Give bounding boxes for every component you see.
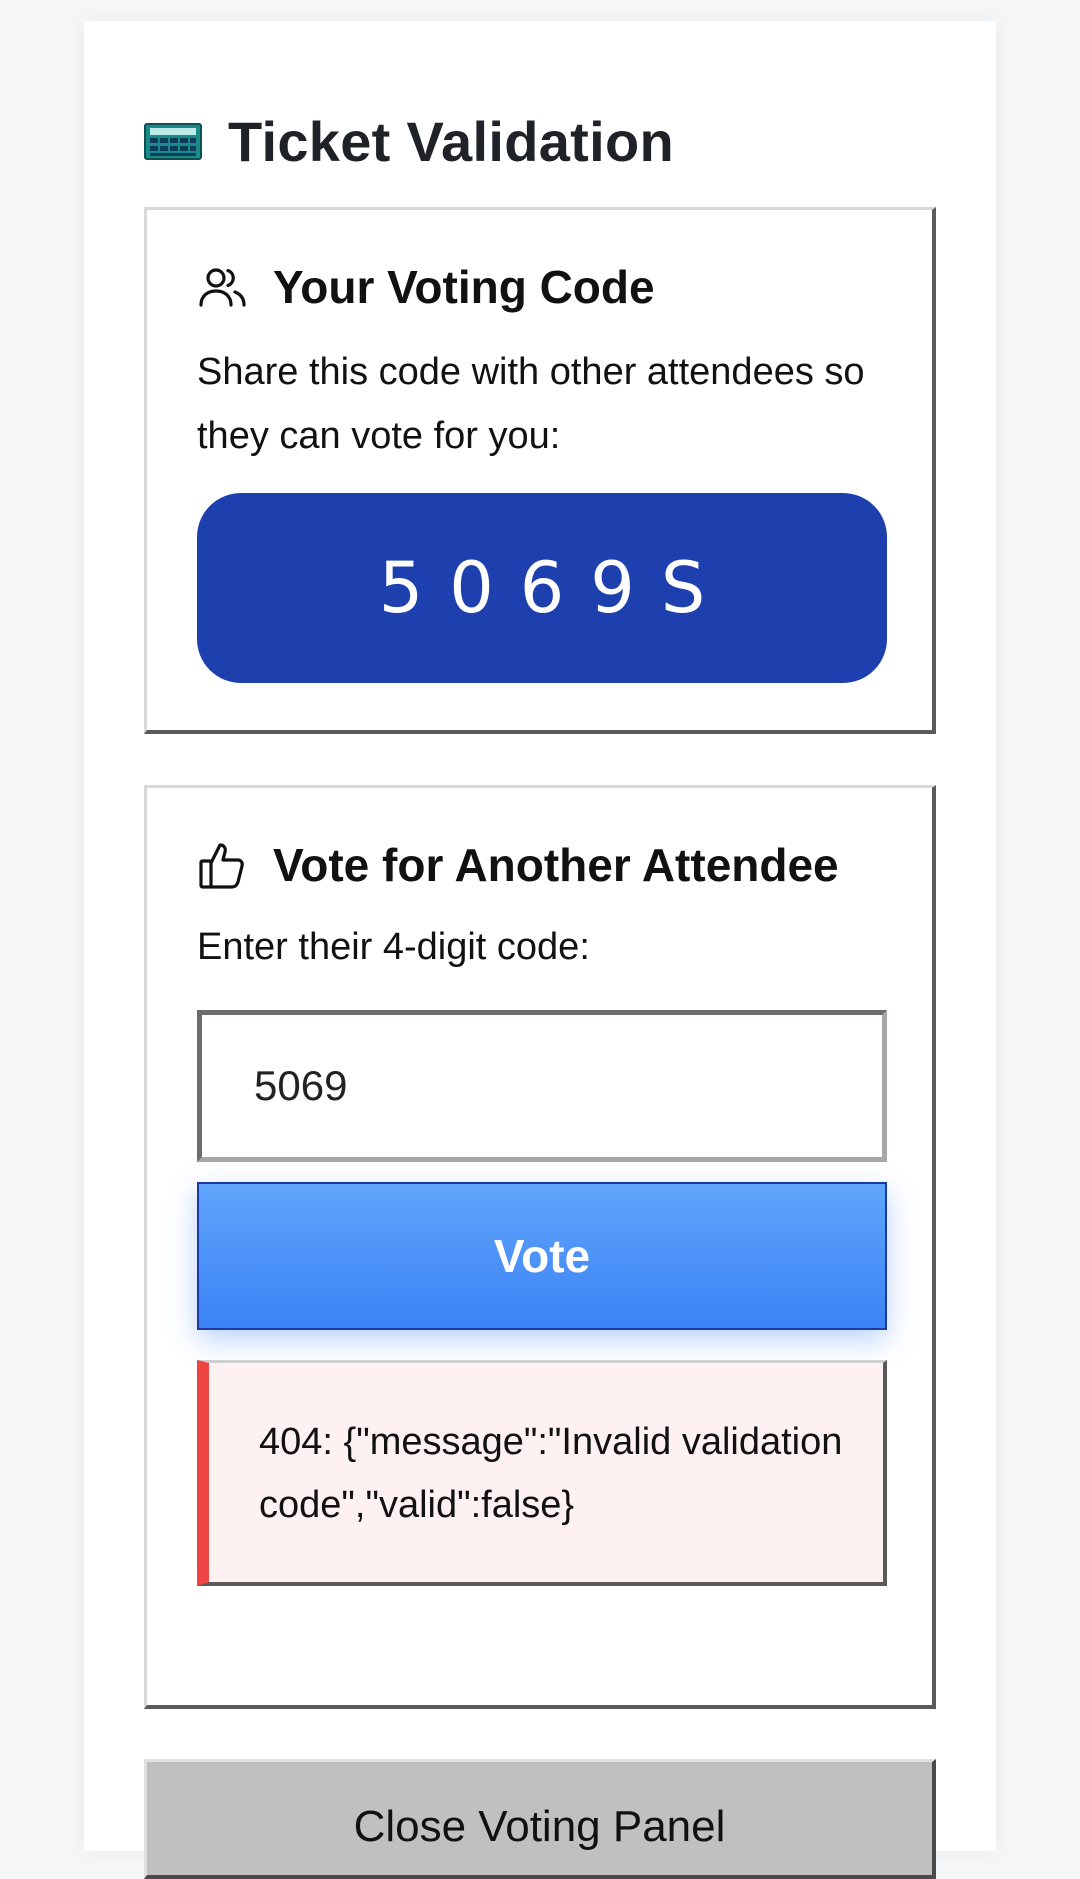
attendee-code-input[interactable] <box>197 1010 887 1162</box>
voting-code-value: 5069S <box>378 547 732 629</box>
voting-code-panel: Your Voting Code Share this code with ot… <box>144 207 936 734</box>
error-message-box: 404: {"message":"Invalid validation code… <box>197 1360 887 1586</box>
voting-code-description: Share this code with other attendees so … <box>197 351 865 457</box>
vote-other-panel: Vote for Another Attendee Enter their 4-… <box>144 785 936 1709</box>
voting-code-display: 5069S <box>197 493 887 683</box>
voting-code-header: Your Voting Code <box>197 260 655 314</box>
users-icon <box>197 261 249 313</box>
voting-code-heading: Your Voting Code <box>273 261 655 313</box>
thumbs-up-icon <box>197 839 249 891</box>
calculator-icon <box>144 121 202 161</box>
vote-other-header: Vote for Another Attendee <box>197 838 839 892</box>
vote-other-heading: Vote for Another Attendee <box>273 839 839 891</box>
page-header: Ticket Validation <box>144 109 674 173</box>
vote-code-prompt: Enter their 4-digit code: <box>197 926 590 968</box>
error-message-text: 404: {"message":"Invalid validation code… <box>259 1421 843 1526</box>
page-title: Ticket Validation <box>228 109 674 173</box>
close-voting-panel-button[interactable]: Close Voting Panel <box>144 1759 936 1879</box>
ticket-validation-card: Ticket Validation Your Voting Code Share… <box>84 21 996 1879</box>
vote-button[interactable]: Vote <box>197 1182 887 1330</box>
